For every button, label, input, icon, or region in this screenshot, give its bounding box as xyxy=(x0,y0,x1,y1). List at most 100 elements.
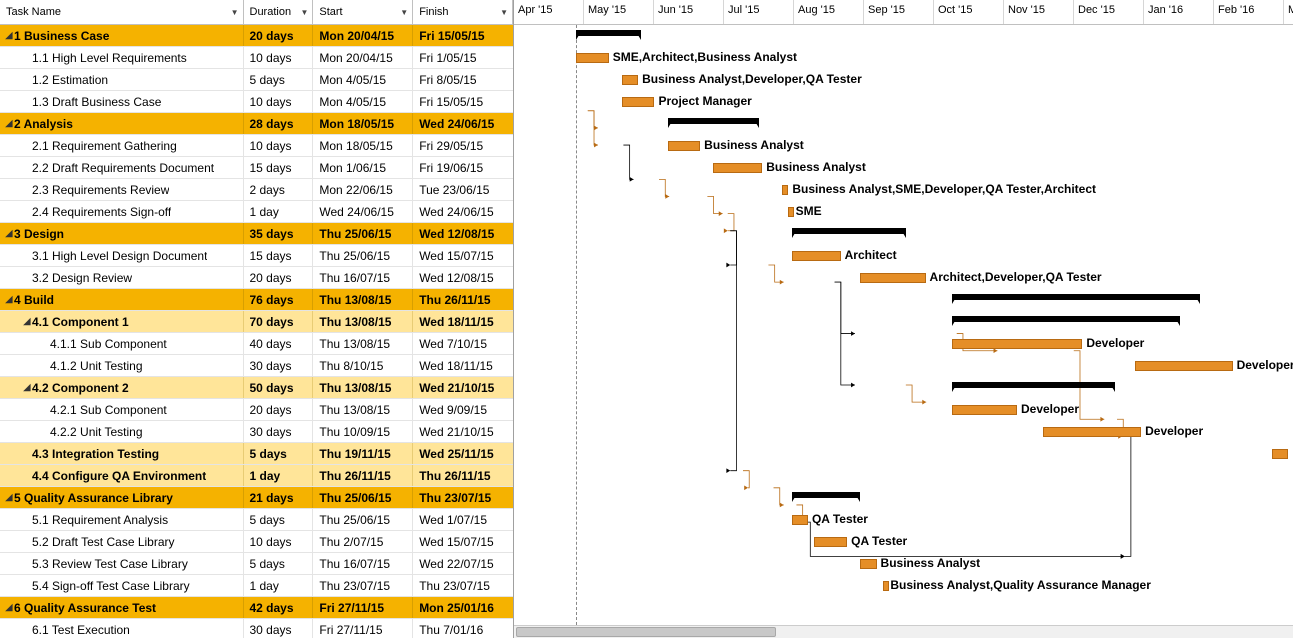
chevron-down-icon[interactable]: ▼ xyxy=(227,8,239,17)
cell-finish[interactable]: Wed 12/08/15 xyxy=(413,267,513,288)
col-header-duration[interactable]: Duration ▼ xyxy=(244,0,314,24)
cell-start[interactable]: Thu 2/07/15 xyxy=(313,531,413,552)
summary-bar[interactable] xyxy=(576,30,641,36)
cell-start[interactable]: Mon 20/04/15 xyxy=(313,47,413,68)
cell-start[interactable]: Mon 18/05/15 xyxy=(313,113,413,134)
task-bar[interactable] xyxy=(792,251,841,261)
cell-start[interactable]: Fri 27/11/15 xyxy=(313,597,413,618)
table-row[interactable]: 4.2.2 Unit Testing30 daysThu 10/09/15Wed… xyxy=(0,421,513,443)
cell-duration[interactable]: 1 day xyxy=(244,201,314,222)
cell-finish[interactable]: Fri 8/05/15 xyxy=(413,69,513,90)
table-row[interactable]: 4.3 Integration Testing5 daysThu 19/11/1… xyxy=(0,443,513,465)
cell-finish[interactable]: Wed 24/06/15 xyxy=(413,201,513,222)
cell-duration[interactable]: 5 days xyxy=(244,69,314,90)
summary-bar[interactable] xyxy=(952,316,1181,322)
summary-bar[interactable] xyxy=(668,118,759,124)
collapse-icon[interactable]: ◢ xyxy=(22,382,32,393)
cell-duration[interactable]: 10 days xyxy=(244,47,314,68)
cell-finish[interactable]: Wed 1/07/15 xyxy=(413,509,513,530)
cell-finish[interactable]: Fri 15/05/15 xyxy=(413,91,513,112)
cell-duration[interactable]: 50 days xyxy=(244,377,314,398)
table-row[interactable]: 1.2 Estimation5 daysMon 4/05/15Fri 8/05/… xyxy=(0,69,513,91)
cell-finish[interactable]: Wed 25/11/15 xyxy=(413,443,513,464)
cell-duration[interactable]: 21 days xyxy=(244,487,314,508)
cell-finish[interactable]: Wed 12/08/15 xyxy=(413,223,513,244)
cell-finish[interactable]: Tue 23/06/15 xyxy=(413,179,513,200)
table-row[interactable]: ◢5 Quality Assurance Library21 daysThu 2… xyxy=(0,487,513,509)
chevron-down-icon[interactable]: ▼ xyxy=(396,8,408,17)
cell-finish[interactable]: Thu 26/11/15 xyxy=(413,465,513,486)
table-row[interactable]: 3.1 High Level Design Document15 daysThu… xyxy=(0,245,513,267)
table-row[interactable]: ◢4.1 Component 170 daysThu 13/08/15Wed 1… xyxy=(0,311,513,333)
col-header-finish[interactable]: Finish ▼ xyxy=(413,0,513,24)
cell-start[interactable]: Thu 16/07/15 xyxy=(313,267,413,288)
table-row[interactable]: 2.4 Requirements Sign-off1 dayWed 24/06/… xyxy=(0,201,513,223)
cell-duration[interactable]: 30 days xyxy=(244,355,314,376)
cell-start[interactable]: Thu 8/10/15 xyxy=(313,355,413,376)
cell-duration[interactable]: 28 days xyxy=(244,113,314,134)
cell-duration[interactable]: 20 days xyxy=(244,267,314,288)
table-row[interactable]: 5.4 Sign-off Test Case Library1 dayThu 2… xyxy=(0,575,513,597)
task-bar[interactable] xyxy=(576,53,609,63)
cell-duration[interactable]: 5 days xyxy=(244,509,314,530)
cell-duration[interactable]: 20 days xyxy=(244,25,314,46)
cell-duration[interactable]: 70 days xyxy=(244,311,314,332)
cell-finish[interactable]: Wed 18/11/15 xyxy=(413,355,513,376)
cell-start[interactable]: Mon 1/06/15 xyxy=(313,157,413,178)
cell-duration[interactable]: 20 days xyxy=(244,399,314,420)
task-bar[interactable] xyxy=(1135,361,1233,371)
task-bar[interactable] xyxy=(713,163,762,173)
task-bar[interactable] xyxy=(622,75,638,85)
table-row[interactable]: ◢4.2 Component 250 daysThu 13/08/15Wed 2… xyxy=(0,377,513,399)
cell-start[interactable]: Mon 4/05/15 xyxy=(313,91,413,112)
cell-duration[interactable]: 40 days xyxy=(244,333,314,354)
chevron-down-icon[interactable]: ▼ xyxy=(496,8,508,17)
cell-start[interactable]: Fri 27/11/15 xyxy=(313,619,413,638)
cell-start[interactable]: Mon 18/05/15 xyxy=(313,135,413,156)
summary-bar[interactable] xyxy=(792,228,906,234)
cell-duration[interactable]: 30 days xyxy=(244,619,314,638)
cell-start[interactable]: Thu 13/08/15 xyxy=(313,377,413,398)
collapse-icon[interactable]: ◢ xyxy=(4,228,14,239)
collapse-icon[interactable]: ◢ xyxy=(4,118,14,129)
table-row[interactable]: 5.1 Requirement Analysis5 daysThu 25/06/… xyxy=(0,509,513,531)
gantt-chart[interactable]: Apr '15May '15Jun '15Jul '15Aug '15Sep '… xyxy=(514,0,1293,638)
cell-duration[interactable]: 35 days xyxy=(244,223,314,244)
cell-duration[interactable]: 30 days xyxy=(244,421,314,442)
col-header-start[interactable]: Start ▼ xyxy=(313,0,413,24)
cell-finish[interactable]: Thu 7/01/16 xyxy=(413,619,513,638)
table-row[interactable]: ◢4 Build76 daysThu 13/08/15Thu 26/11/15 xyxy=(0,289,513,311)
cell-duration[interactable]: 2 days xyxy=(244,179,314,200)
col-header-task[interactable]: Task Name ▼ xyxy=(0,0,244,24)
cell-start[interactable]: Mon 22/06/15 xyxy=(313,179,413,200)
cell-duration[interactable]: 1 day xyxy=(244,465,314,486)
summary-bar[interactable] xyxy=(792,492,861,498)
cell-finish[interactable]: Mon 25/01/16 xyxy=(413,597,513,618)
cell-duration[interactable]: 10 days xyxy=(244,91,314,112)
cell-duration[interactable]: 5 days xyxy=(244,443,314,464)
summary-bar[interactable] xyxy=(952,294,1200,300)
cell-finish[interactable]: Thu 26/11/15 xyxy=(413,289,513,310)
cell-finish[interactable]: Wed 15/07/15 xyxy=(413,531,513,552)
table-row[interactable]: 4.2.1 Sub Component20 daysThu 13/08/15We… xyxy=(0,399,513,421)
cell-start[interactable]: Thu 13/08/15 xyxy=(313,289,413,310)
cell-finish[interactable]: Wed 7/10/15 xyxy=(413,333,513,354)
task-bar[interactable] xyxy=(782,185,789,195)
cell-start[interactable]: Thu 13/08/15 xyxy=(313,399,413,420)
gantt-hscrollbar[interactable] xyxy=(514,625,1293,638)
summary-bar[interactable] xyxy=(952,382,1115,388)
cell-finish[interactable]: Wed 15/07/15 xyxy=(413,245,513,266)
collapse-icon[interactable]: ◢ xyxy=(4,602,14,613)
cell-start[interactable]: Thu 13/08/15 xyxy=(313,311,413,332)
cell-duration[interactable]: 76 days xyxy=(244,289,314,310)
cell-finish[interactable]: Wed 24/06/15 xyxy=(413,113,513,134)
table-row[interactable]: ◢6 Quality Assurance Test42 daysFri 27/1… xyxy=(0,597,513,619)
table-row[interactable]: 2.1 Requirement Gathering10 daysMon 18/0… xyxy=(0,135,513,157)
table-row[interactable]: ◢1 Business Case20 daysMon 20/04/15Fri 1… xyxy=(0,25,513,47)
cell-start[interactable]: Thu 23/07/15 xyxy=(313,575,413,596)
table-row[interactable]: ◢2 Analysis28 daysMon 18/05/15Wed 24/06/… xyxy=(0,113,513,135)
cell-duration[interactable]: 15 days xyxy=(244,245,314,266)
table-row[interactable]: 5.3 Review Test Case Library5 daysThu 16… xyxy=(0,553,513,575)
task-bar[interactable] xyxy=(792,515,808,525)
table-row[interactable]: 2.2 Draft Requirements Document15 daysMo… xyxy=(0,157,513,179)
